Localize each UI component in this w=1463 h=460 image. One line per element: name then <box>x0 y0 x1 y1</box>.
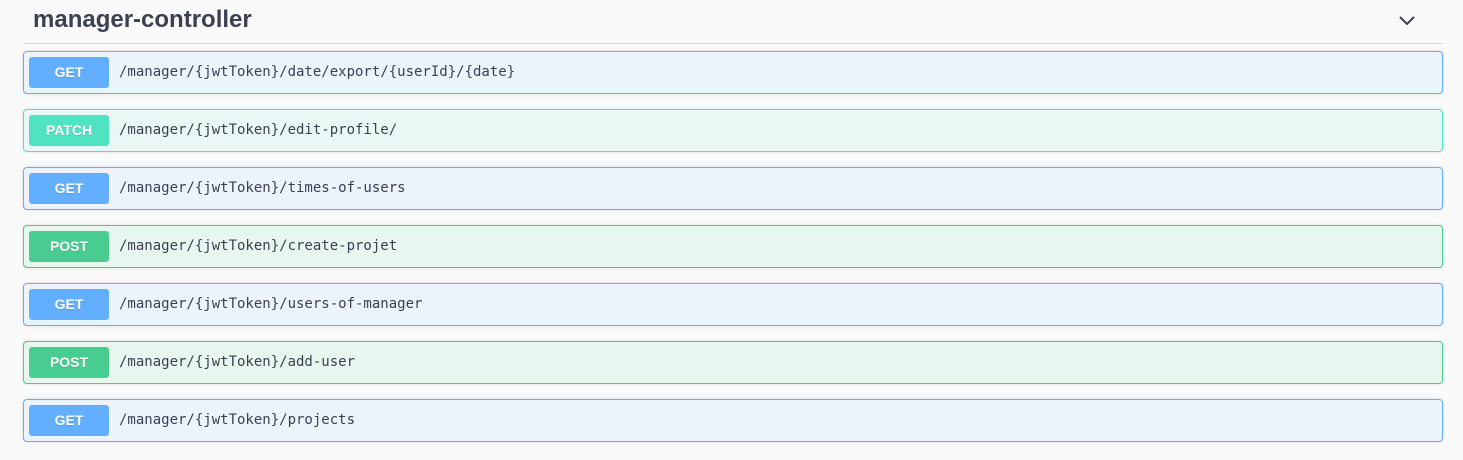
operation-patch-edit-profile[interactable]: PATCH /manager/{jwtToken}/edit-profile/ <box>23 109 1443 152</box>
operations-list: GET /manager/{jwtToken}/date/export/{use… <box>23 51 1443 457</box>
operation-get-projects[interactable]: GET /manager/{jwtToken}/projects <box>23 399 1443 442</box>
method-badge: GET <box>29 405 109 436</box>
manager-controller-section: manager-controller GET /manager/{jwtToke… <box>0 0 1463 460</box>
method-badge: GET <box>29 173 109 204</box>
method-badge: POST <box>29 347 109 378</box>
method-badge: POST <box>29 231 109 262</box>
operation-path: /manager/{jwtToken}/projects <box>119 412 356 428</box>
chevron-down-icon[interactable] <box>1397 12 1417 28</box>
section-header[interactable]: manager-controller <box>23 0 1443 44</box>
operation-path: /manager/{jwtToken}/date/export/{userId}… <box>119 64 516 80</box>
operation-path: /manager/{jwtToken}/users-of-manager <box>119 296 423 312</box>
operation-path: /manager/{jwtToken}/edit-profile/ <box>119 122 398 138</box>
operation-path: /manager/{jwtToken}/create-projet <box>119 238 398 254</box>
operation-post-add-user[interactable]: POST /manager/{jwtToken}/add-user <box>23 341 1443 384</box>
operation-get-times-of-users[interactable]: GET /manager/{jwtToken}/times-of-users <box>23 167 1443 210</box>
operation-path: /manager/{jwtToken}/times-of-users <box>119 180 406 196</box>
method-badge: PATCH <box>29 115 109 146</box>
operation-get-date-export[interactable]: GET /manager/{jwtToken}/date/export/{use… <box>23 51 1443 94</box>
method-badge: GET <box>29 289 109 320</box>
operation-get-users-of-manager[interactable]: GET /manager/{jwtToken}/users-of-manager <box>23 283 1443 326</box>
section-title: manager-controller <box>33 6 252 33</box>
method-badge: GET <box>29 57 109 88</box>
operation-post-create-projet[interactable]: POST /manager/{jwtToken}/create-projet <box>23 225 1443 268</box>
operation-path: /manager/{jwtToken}/add-user <box>119 354 356 370</box>
